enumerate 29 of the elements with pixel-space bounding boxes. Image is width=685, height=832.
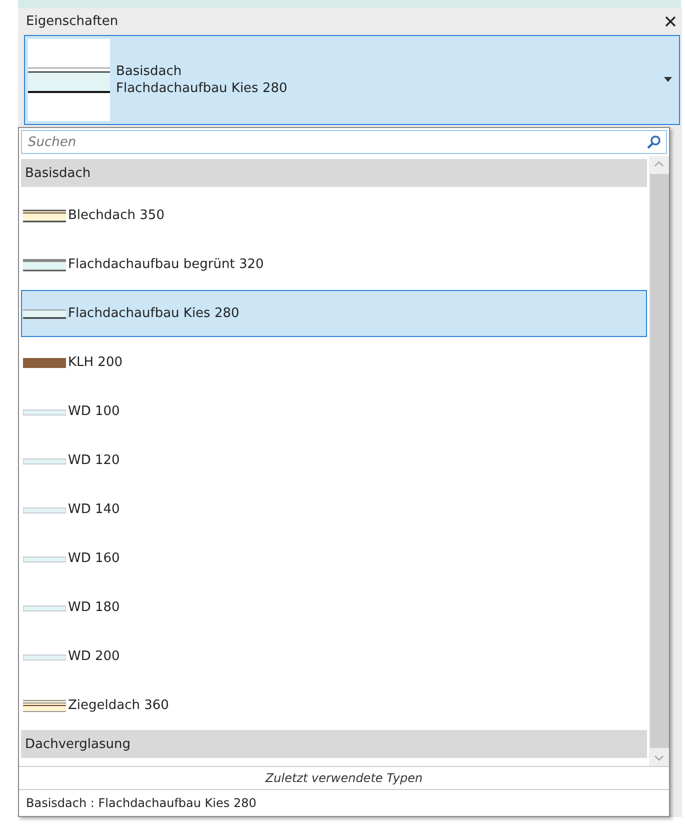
recent-types-heading: Zuletzt verwendete Typen bbox=[19, 766, 669, 790]
family-name: Basisdach bbox=[116, 64, 183, 79]
type-list-item[interactable]: Flachdachaufbau Kies 280 bbox=[21, 290, 647, 337]
type-list-item[interactable]: WD 160 bbox=[21, 534, 647, 583]
type-list-item[interactable]: Blechdach 350 bbox=[21, 191, 647, 240]
type-list-item[interactable]: WD 140 bbox=[21, 485, 647, 534]
type-list-item[interactable]: Flachdachaufbau begrünt 320 bbox=[21, 240, 647, 289]
type-list-item[interactable]: WD 120 bbox=[21, 436, 647, 485]
group-header: Dachverglasung bbox=[21, 730, 647, 758]
scrollbar-thumb[interactable] bbox=[650, 174, 668, 748]
type-list-item[interactable]: WD 100 bbox=[21, 387, 647, 436]
type-list-item[interactable]: WD 200 bbox=[21, 632, 647, 681]
panel-title: Eigenschaften bbox=[26, 14, 118, 29]
layer-swatch-icon bbox=[23, 258, 66, 272]
type-name: Flachdachaufbau Kies 280 bbox=[116, 81, 288, 96]
type-selector[interactable]: Basisdach Flachdachaufbau Kies 280 bbox=[24, 35, 680, 125]
caret-icon bbox=[664, 77, 672, 83]
layer-swatch-icon bbox=[23, 208, 66, 222]
type-list-item[interactable]: KLH 200 bbox=[21, 338, 647, 387]
search-field[interactable]: Suchen bbox=[21, 130, 667, 154]
type-list-item[interactable]: Ziegeldach 360 bbox=[21, 681, 647, 730]
search-icon bbox=[647, 135, 661, 149]
recent-type-item[interactable]: Basisdach : Flachdachaufbau Kies 280 bbox=[19, 790, 669, 816]
type-list-item[interactable]: WD 180 bbox=[21, 583, 647, 632]
layer-swatch-icon bbox=[23, 698, 66, 712]
layer-swatch-icon bbox=[23, 356, 66, 370]
close-icon[interactable] bbox=[665, 16, 676, 27]
group-header: Basisdach bbox=[21, 159, 647, 187]
layer-swatch-icon bbox=[23, 306, 66, 320]
